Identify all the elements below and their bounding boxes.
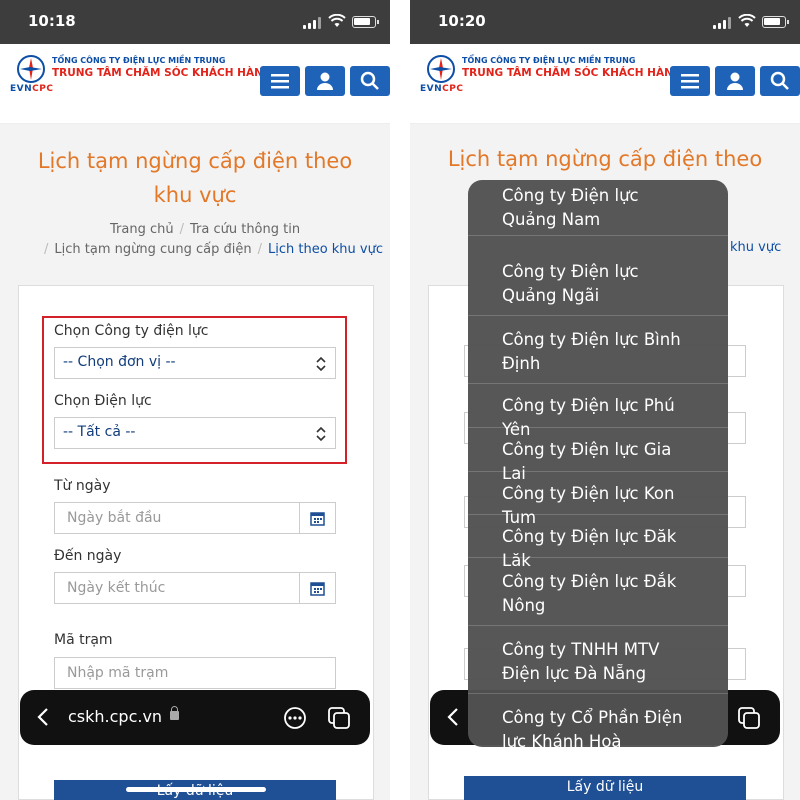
cellular-signal-icon bbox=[303, 17, 321, 29]
center-name: TRUNG TÂM CHĂM SÓC KHÁCH HÀNG bbox=[462, 67, 682, 79]
menu-button[interactable] bbox=[260, 66, 300, 96]
company-picker-menu[interactable]: Công ty Điện lực Quảng Nam Công ty Điện l… bbox=[468, 180, 728, 747]
from-date-input[interactable]: Ngày bắt đầu bbox=[54, 502, 300, 534]
org-name: TỔNG CÔNG TY ĐIỆN LỰC MIỀN TRUNG bbox=[462, 56, 636, 65]
to-date-label: Đến ngày bbox=[54, 548, 122, 564]
hamburger-icon bbox=[271, 74, 289, 89]
picker-option[interactable]: Công ty Cổ Phần Điện lực Khánh Hoà bbox=[468, 694, 728, 747]
calendar-icon bbox=[310, 582, 325, 596]
comparison-screenshots: 10:18 EVNCPC TỔNG CÔNG TY ĐIỆN LỰC MIỀN … bbox=[0, 0, 800, 800]
site-header: EVNCPC TỔNG CÔNG TY ĐIỆN LỰC MIỀN TRUNG … bbox=[410, 44, 800, 124]
status-bar: 10:20 bbox=[410, 0, 800, 44]
district-select[interactable]: -- Tất cả -- bbox=[54, 417, 336, 449]
breadcrumb: Trang chủ / Tra cứu thông tin bbox=[110, 222, 301, 237]
search-icon bbox=[360, 71, 379, 90]
user-button[interactable] bbox=[715, 66, 755, 96]
breadcrumb-current: Lịch theo khu vực bbox=[267, 242, 383, 257]
search-button[interactable] bbox=[350, 66, 390, 96]
lock-icon bbox=[170, 706, 179, 720]
from-date-label: Từ ngày bbox=[54, 478, 111, 494]
user-button[interactable] bbox=[305, 66, 345, 96]
company-select[interactable]: -- Chọn đơn vị -- bbox=[54, 347, 336, 379]
status-time: 10:18 bbox=[28, 12, 76, 30]
logo-text: EVNCPC bbox=[420, 84, 464, 94]
picker-option[interactable]: Công ty Điện lực Gia Lai bbox=[468, 428, 728, 483]
user-icon bbox=[317, 72, 333, 90]
page-title: Lịch tạm ngừng cấp điện theo khu vực bbox=[37, 149, 353, 207]
from-date-calendar-button[interactable] bbox=[300, 502, 336, 534]
wifi-icon bbox=[328, 14, 346, 27]
home-indicator bbox=[126, 787, 266, 792]
logo-text: EVNCPC bbox=[10, 84, 54, 94]
org-name: TỔNG CÔNG TY ĐIỆN LỰC MIỀN TRUNG bbox=[52, 56, 226, 65]
picker-option[interactable]: Công ty TNHH MTV Điện lực Đà Nẵng bbox=[468, 626, 728, 694]
picker-option[interactable]: Công ty Điện lực Quảng Nam bbox=[468, 180, 728, 236]
chevron-updown-icon bbox=[316, 427, 326, 441]
picker-option[interactable]: Công ty Điện lực Đăk Lăk bbox=[468, 515, 728, 570]
submit-button[interactable]: Lấy dữ liệu bbox=[464, 776, 746, 800]
breadcrumb-current: khu vực bbox=[730, 240, 782, 255]
cellular-signal-icon bbox=[713, 17, 731, 29]
breadcrumb-line2: / Lịch tạm ngừng cung cấp điện / Lịch theo … bbox=[44, 242, 383, 257]
evncpc-logo bbox=[427, 55, 455, 83]
phone-screen-left: 10:18 EVNCPC TỔNG CÔNG TY ĐIỆN LỰC MIỀN … bbox=[0, 0, 390, 800]
url-text[interactable]: cskh.cpc.vn bbox=[68, 707, 162, 726]
battery-icon bbox=[762, 16, 789, 28]
district-select-value: -- Tất cả -- bbox=[63, 424, 136, 440]
picker-option[interactable]: Công ty Điện lực Kon Tum bbox=[468, 472, 728, 527]
tabs-icon[interactable] bbox=[737, 706, 761, 730]
menu-button[interactable] bbox=[670, 66, 710, 96]
company-label: Chọn Công ty điện lực bbox=[54, 323, 209, 339]
to-date-input[interactable]: Ngày kết thúc bbox=[54, 572, 300, 604]
wifi-icon bbox=[738, 14, 756, 27]
back-icon[interactable] bbox=[446, 707, 460, 727]
calendar-icon bbox=[310, 512, 325, 526]
back-icon[interactable] bbox=[36, 707, 50, 727]
station-label: Mã trạm bbox=[54, 632, 113, 648]
picker-option[interactable]: Công ty Điện lực Bình Định bbox=[468, 316, 728, 384]
site-header: EVNCPC TỔNG CÔNG TY ĐIỆN LỰC MIỀN TRUNG … bbox=[0, 44, 390, 124]
battery-icon bbox=[352, 16, 379, 28]
company-select-value: -- Chọn đơn vị -- bbox=[63, 354, 176, 370]
search-icon bbox=[770, 71, 789, 90]
center-name: TRUNG TÂM CHĂM SÓC KHÁCH HÀNG bbox=[52, 67, 272, 79]
chevron-updown-icon bbox=[316, 357, 326, 371]
to-date-calendar-button[interactable] bbox=[300, 572, 336, 604]
breadcrumb-home[interactable]: Trang chủ bbox=[110, 222, 174, 237]
district-label: Chọn Điện lực bbox=[54, 393, 152, 409]
user-icon bbox=[727, 72, 743, 90]
picker-option[interactable]: Công ty Điện lực Đắk Nông bbox=[468, 558, 728, 626]
tabs-icon[interactable] bbox=[327, 706, 351, 730]
status-bar: 10:18 bbox=[0, 0, 390, 44]
more-icon[interactable] bbox=[283, 706, 307, 730]
status-time: 10:20 bbox=[438, 12, 486, 30]
picker-option[interactable]: Công ty Điện lực Phú Yên bbox=[468, 384, 728, 439]
hamburger-icon bbox=[681, 74, 699, 89]
browser-address-bar[interactable]: cskh.cpc.vn bbox=[20, 690, 370, 745]
evncpc-logo bbox=[17, 55, 45, 83]
page-title: Lịch tạm ngừng cấp điện theo bbox=[447, 147, 763, 171]
breadcrumb-outage[interactable]: Lịch tạm ngừng cung cấp điện bbox=[54, 242, 251, 257]
breadcrumb-lookup[interactable]: Tra cứu thông tin bbox=[190, 222, 300, 237]
search-button[interactable] bbox=[760, 66, 800, 96]
picker-option[interactable]: Công ty Điện lực Quảng Ngãi bbox=[468, 248, 728, 316]
station-input[interactable]: Nhập mã trạm bbox=[54, 657, 336, 689]
